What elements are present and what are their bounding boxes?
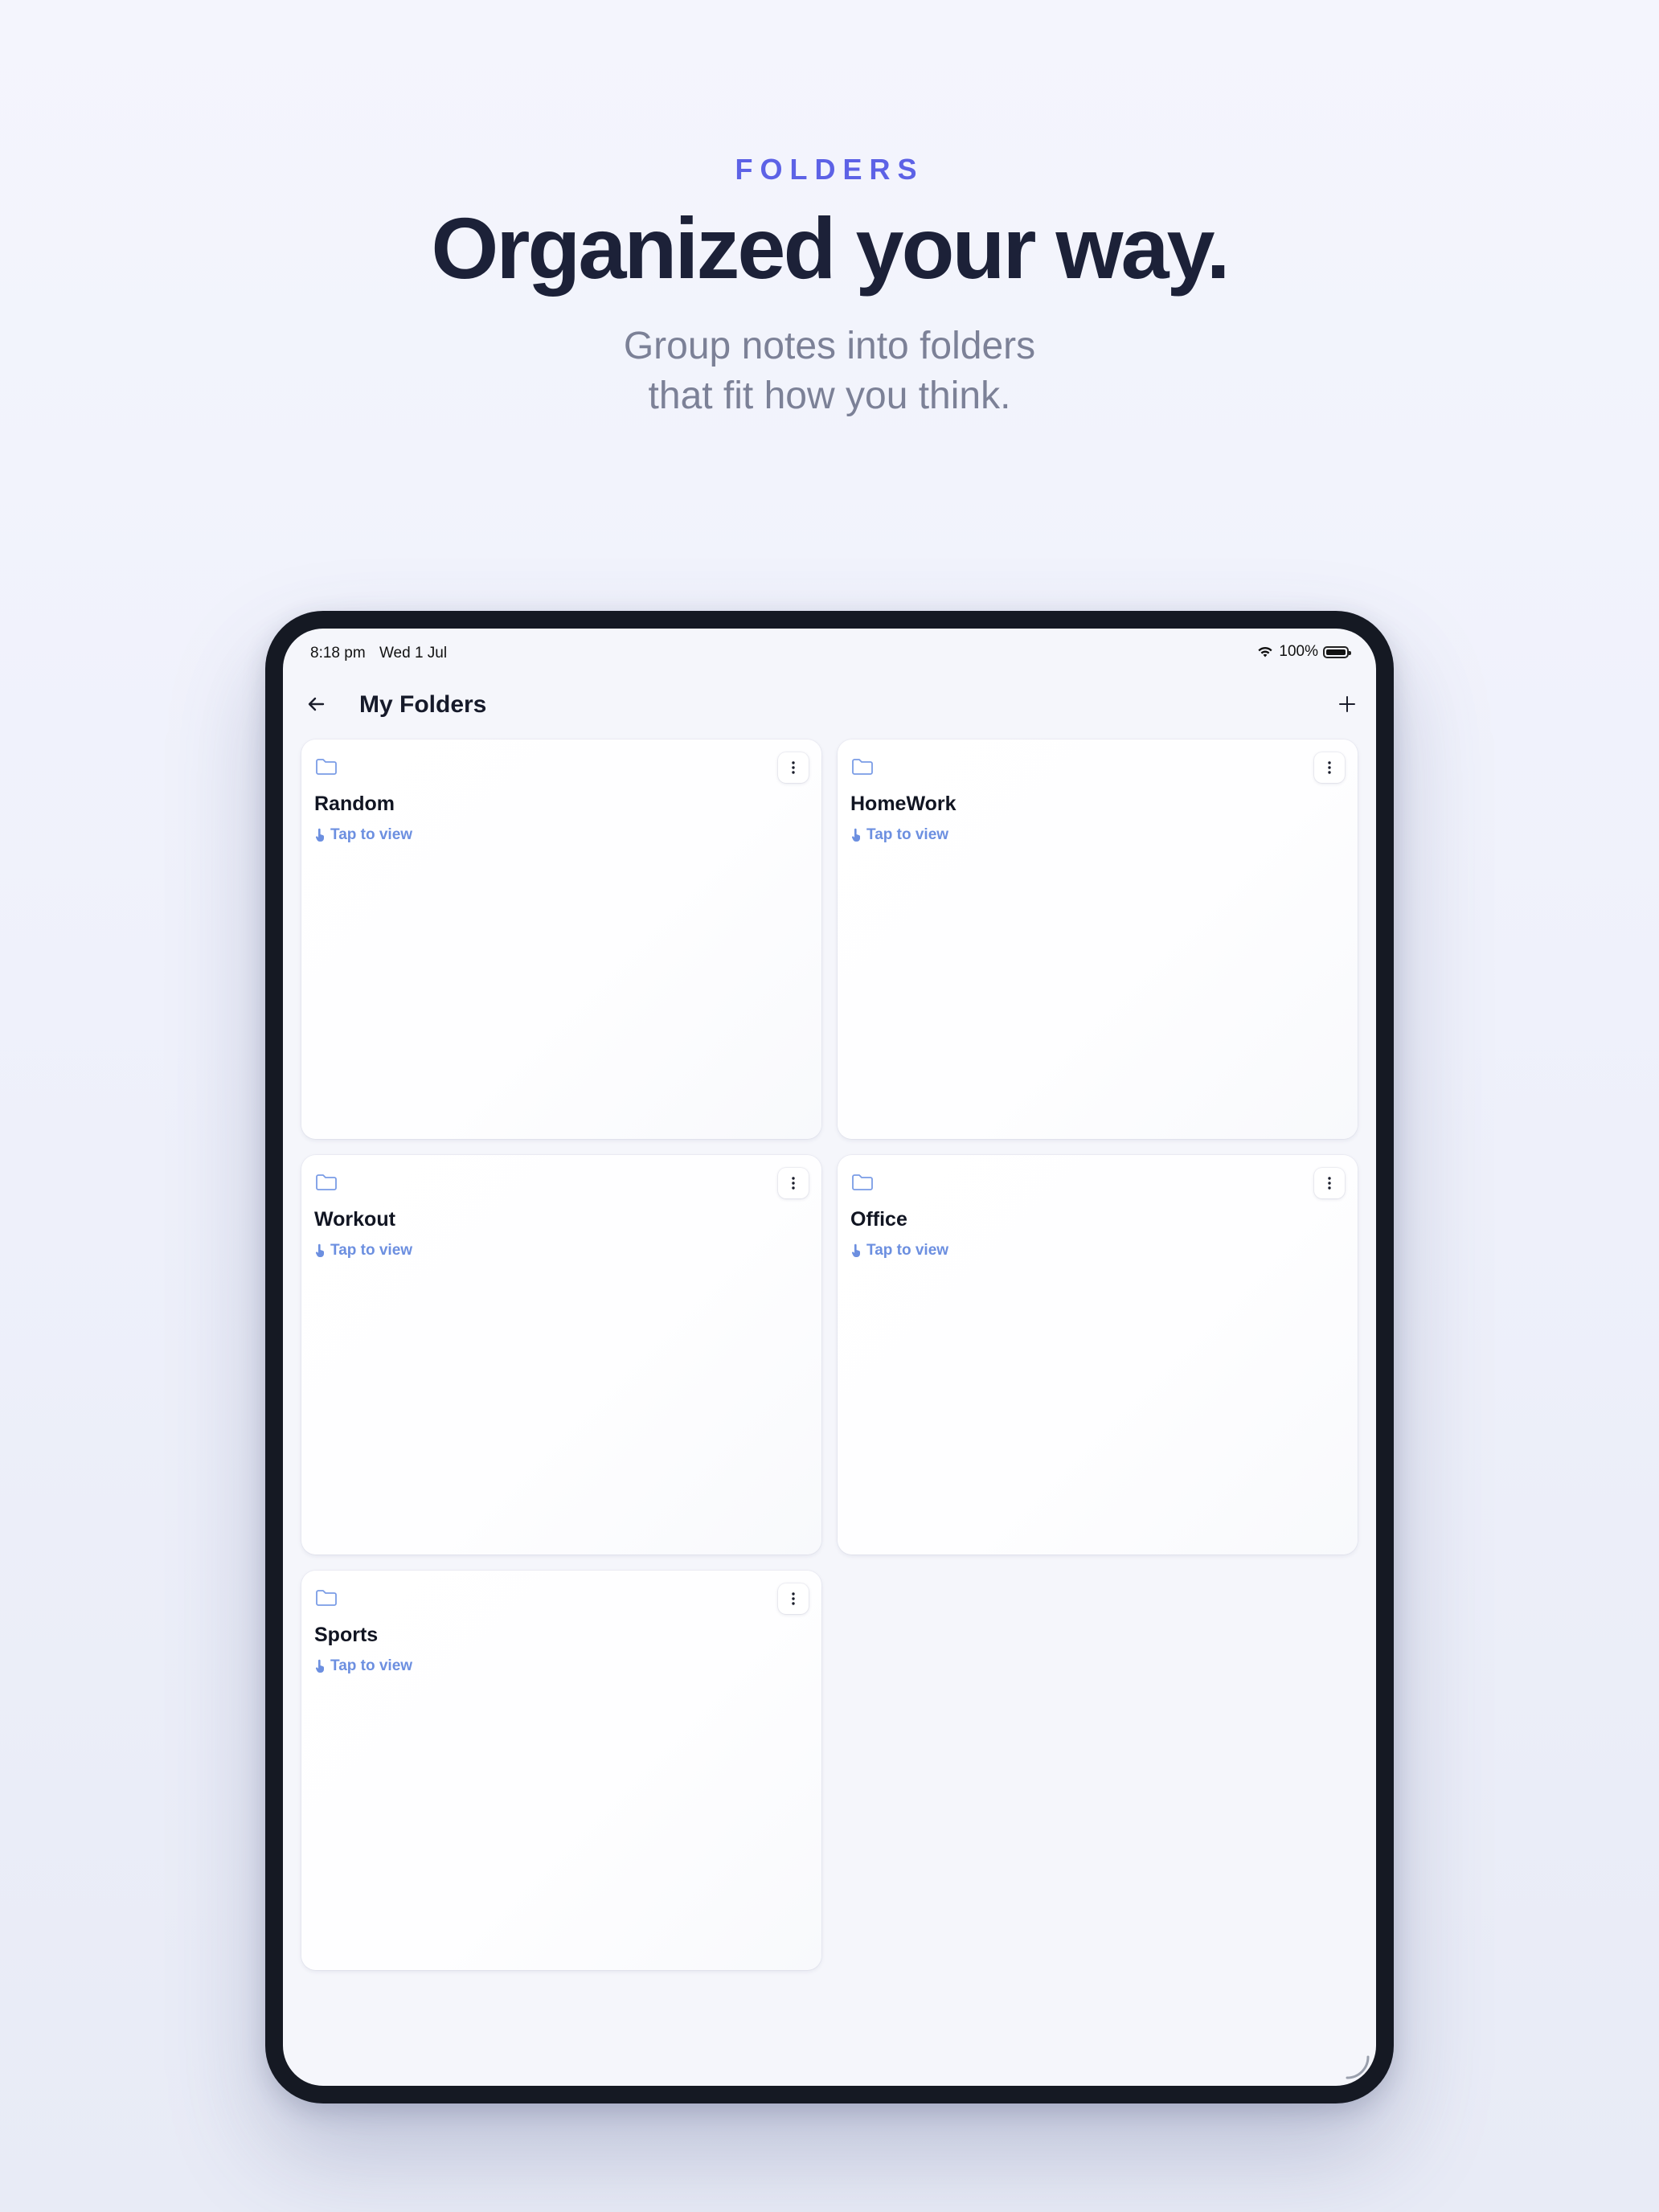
tap-to-view-hint[interactable]: Tap to view: [314, 1242, 412, 1260]
folder-name: Workout: [314, 1208, 395, 1231]
folder-grid: Random Tap to view HomeWork Tap to view …: [301, 739, 1358, 1970]
folder-icon: [316, 1174, 337, 1190]
tap-to-view-hint[interactable]: Tap to view: [314, 826, 412, 844]
wifi-icon: [1258, 646, 1272, 657]
navigation-bar: My Folders: [283, 677, 1376, 733]
folder-menu-button[interactable]: [778, 1168, 809, 1198]
tap-hint-label: Tap to view: [866, 826, 949, 843]
tablet-frame: 8:18 pm Wed 1 Jul 100% My Folders Random…: [265, 611, 1394, 2103]
folder-name: Office: [850, 1208, 907, 1231]
tap-to-view-hint[interactable]: Tap to view: [850, 1242, 948, 1260]
folder-card-random[interactable]: Random Tap to view: [301, 739, 821, 1139]
subhead-line-2: that fit how you think.: [648, 375, 1011, 417]
add-folder-button[interactable]: [1329, 686, 1365, 722]
plus-icon: [1339, 696, 1355, 712]
tap-to-view-hint[interactable]: Tap to view: [850, 826, 948, 844]
folder-menu-button[interactable]: [1314, 752, 1345, 783]
folder-card-office[interactable]: Office Tap to view: [838, 1155, 1358, 1555]
arrow-left-icon: [308, 697, 325, 711]
folder-menu-button[interactable]: [1314, 1168, 1345, 1198]
corner-resize-handle[interactable]: [1342, 2052, 1371, 2081]
folder-name: HomeWork: [850, 793, 956, 815]
folder-card-workout[interactable]: Workout Tap to view: [301, 1155, 821, 1555]
app-screen: 8:18 pm Wed 1 Jul 100% My Folders Random…: [283, 629, 1376, 2086]
hand-pointer-icon: [851, 828, 861, 842]
battery-icon: [1323, 645, 1351, 658]
page-title: My Folders: [359, 691, 487, 718]
status-indicators: 100%: [1256, 643, 1351, 661]
marketing-subhead: Group notes into folders that fit how yo…: [0, 322, 1659, 421]
tap-to-view-hint[interactable]: Tap to view: [314, 1657, 412, 1675]
more-vertical-icon: [1328, 1177, 1331, 1190]
status-time: 8:18 pm: [310, 645, 366, 662]
tap-hint-label: Tap to view: [866, 1242, 949, 1259]
status-bar: 8:18 pm Wed 1 Jul 100%: [310, 637, 1351, 669]
subhead-line-1: Group notes into folders: [623, 325, 1036, 367]
status-date: Wed 1 Jul: [379, 645, 448, 662]
hand-pointer-icon: [851, 1243, 861, 1258]
folder-name: Sports: [314, 1624, 379, 1646]
tap-hint-label: Tap to view: [330, 826, 413, 843]
more-vertical-icon: [792, 1177, 795, 1190]
more-vertical-icon: [792, 1592, 795, 1605]
marketing-headline: Organized your way.: [431, 199, 1230, 297]
folder-card-sports[interactable]: Sports Tap to view: [301, 1571, 821, 1970]
folder-menu-button[interactable]: [778, 752, 809, 783]
battery-level: [1326, 649, 1346, 655]
folder-menu-button[interactable]: [778, 1583, 809, 1614]
more-vertical-icon: [1328, 761, 1331, 774]
hand-pointer-icon: [315, 1659, 325, 1673]
hand-pointer-icon: [315, 1243, 325, 1258]
folder-icon: [852, 759, 873, 775]
tap-hint-label: Tap to view: [330, 1657, 413, 1674]
hand-pointer-icon: [315, 828, 325, 842]
folder-name: Random: [314, 793, 395, 815]
status-datetime: 8:18 pm Wed 1 Jul: [310, 645, 457, 662]
tap-hint-label: Tap to view: [330, 1242, 413, 1259]
more-vertical-icon: [792, 761, 795, 774]
folder-card-homework[interactable]: HomeWork Tap to view: [838, 739, 1358, 1139]
battery-percent: 100%: [1279, 643, 1318, 660]
section-eyebrow: FOLDERS: [735, 153, 924, 186]
back-button[interactable]: [299, 686, 334, 722]
folder-icon: [316, 1590, 337, 1606]
folder-icon: [852, 1174, 873, 1190]
folder-icon: [316, 759, 337, 775]
